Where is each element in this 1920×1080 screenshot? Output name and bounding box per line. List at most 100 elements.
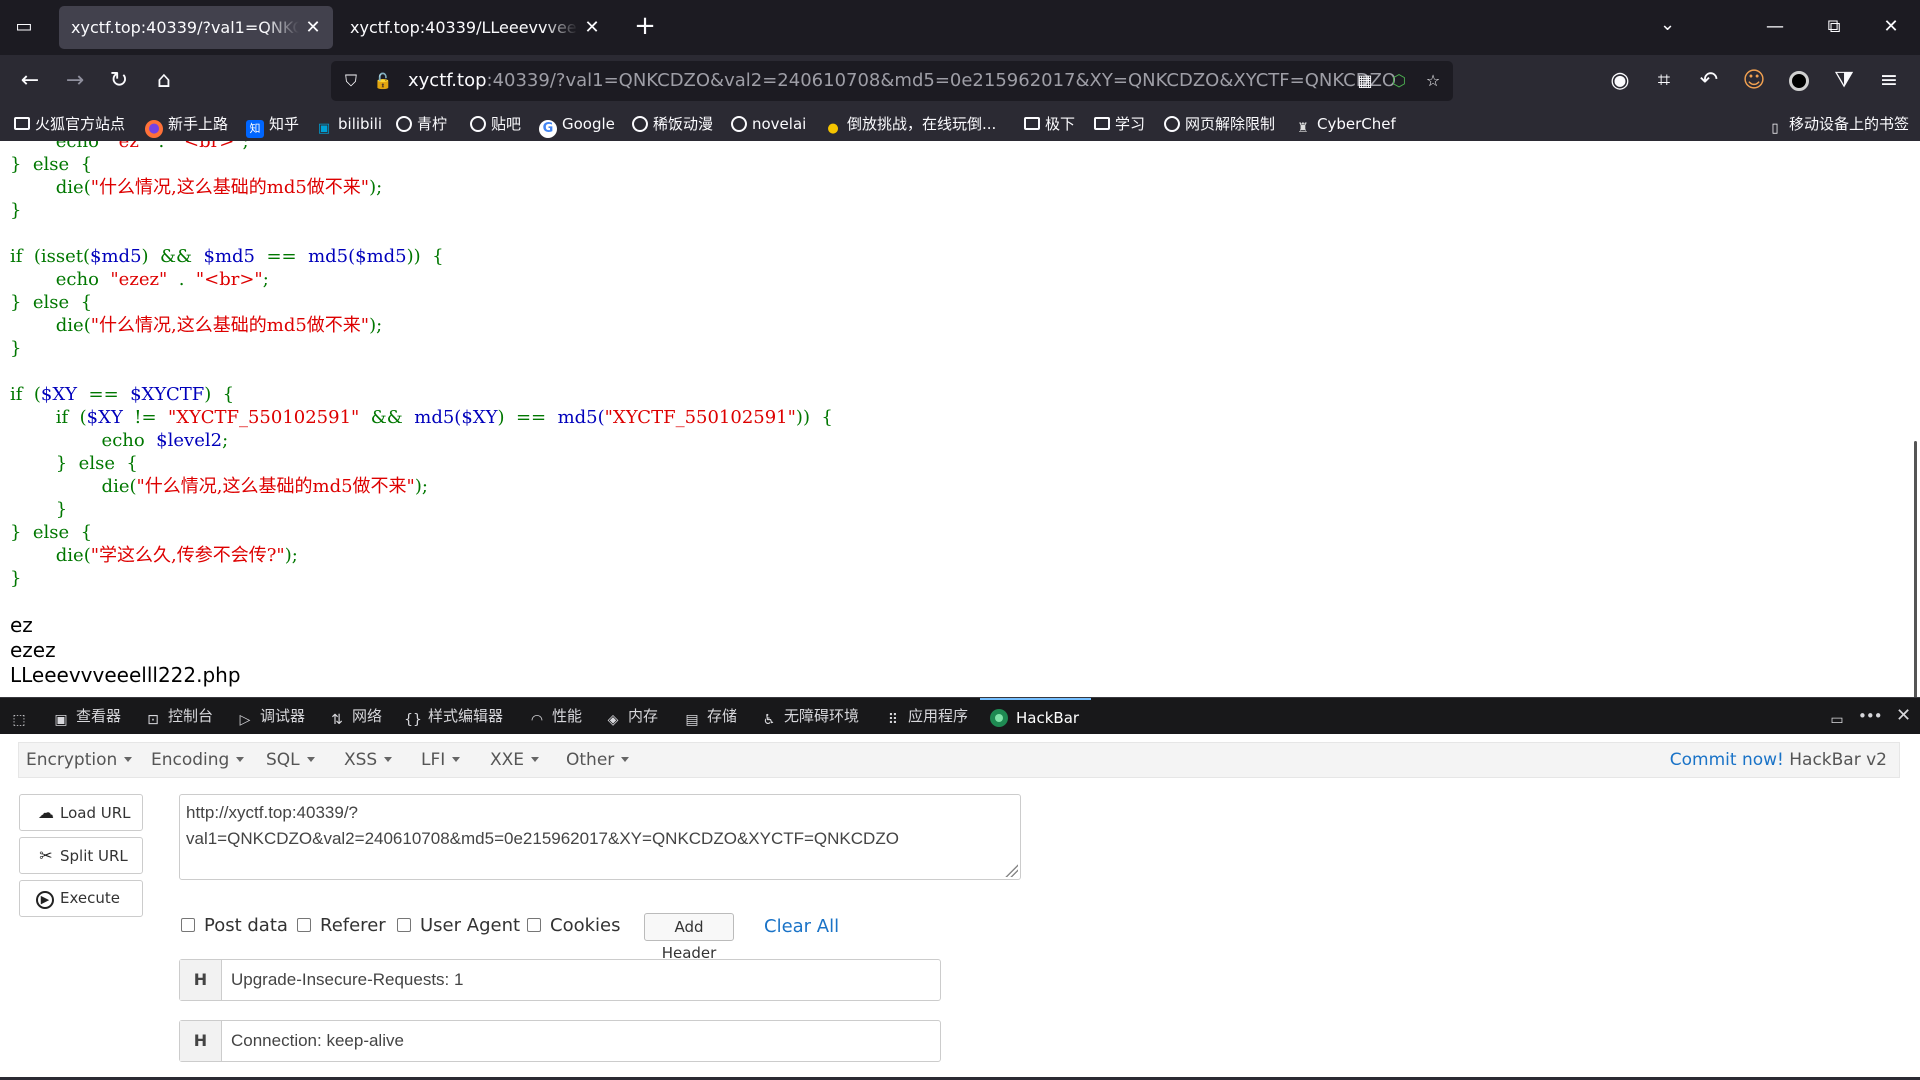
checkbox[interactable] xyxy=(527,918,541,932)
tab-application[interactable]: ⠿ 应用程序 xyxy=(884,698,968,734)
tab-memory[interactable]: ◈ 内存 xyxy=(604,698,658,734)
code-line: echo "ez" . "<br>"; xyxy=(55,141,249,152)
menu-other[interactable]: Other xyxy=(566,743,630,777)
tab-accessibility[interactable]: ♿ 无障碍环境 xyxy=(760,698,859,734)
close-devtools-icon[interactable]: ✕ xyxy=(1896,698,1911,734)
undo-icon[interactable]: ↶ xyxy=(1693,65,1725,97)
tab-storage[interactable]: ▤ 存储 xyxy=(683,698,737,734)
checkbox[interactable] xyxy=(297,918,311,932)
nodejs-extension-icon[interactable]: ⬡ xyxy=(1387,69,1411,93)
tab-network[interactable]: ⇅ 网络 xyxy=(328,698,382,734)
minimize-icon[interactable]: — xyxy=(1760,14,1790,40)
close-window-icon[interactable]: ✕ xyxy=(1876,14,1906,40)
accessibility-icon: ♿ xyxy=(762,712,776,728)
tab-debugger[interactable]: ▷ 调试器 xyxy=(236,698,305,734)
bookmark-star-icon[interactable]: ☆ xyxy=(1421,69,1445,93)
address-bar[interactable]: ⛉ 🔓 xyctf.top:40339/?val1=QNKCDZO&val2=2… xyxy=(331,61,1453,101)
extensions-icon[interactable]: ⧩ xyxy=(1828,65,1860,97)
account-icon[interactable]: ◉ xyxy=(1604,65,1636,97)
bookmark-item[interactable]: G Google xyxy=(539,107,615,141)
tab-close-icon[interactable]: ✕ xyxy=(303,6,323,49)
menu-encoding[interactable]: Encoding xyxy=(151,743,245,777)
chevron-down-icon[interactable]: ⌄ xyxy=(1660,14,1675,35)
bookmark-item[interactable]: ♜ CyberChef xyxy=(1294,107,1396,141)
bookmark-item[interactable]: novelai xyxy=(731,107,806,141)
tab-console[interactable]: ⊡ 控制台 xyxy=(144,698,213,734)
circle-extension-icon[interactable] xyxy=(1783,65,1815,97)
folder-icon xyxy=(1024,117,1040,130)
menu-sql[interactable]: SQL xyxy=(266,743,315,777)
reload-icon[interactable]: ↻ xyxy=(103,65,135,97)
more-options-icon[interactable]: ••• xyxy=(1858,698,1883,734)
post-data-checkbox[interactable]: Post data xyxy=(181,915,288,937)
tab-hackbar[interactable]: HackBar xyxy=(980,698,1092,734)
menu-lfi[interactable]: LFI xyxy=(421,743,461,777)
devtools-tab-label: HackBar xyxy=(1016,709,1080,727)
load-url-button[interactable]: ☁ Load URL xyxy=(19,794,143,831)
element-picker-icon[interactable]: ⬚ xyxy=(10,698,34,734)
avatar-extension-icon[interactable]: ☺ xyxy=(1738,65,1770,97)
forward-icon[interactable]: → xyxy=(59,65,91,97)
header-value-field[interactable]: Upgrade-Insecure-Requests: 1 xyxy=(231,960,463,1000)
url-host: xyctf.top xyxy=(408,70,487,91)
bookmark-item[interactable]: ▣ bilibili xyxy=(315,107,382,141)
bilibili-icon: ▣ xyxy=(317,121,331,136)
folder-icon xyxy=(14,117,30,130)
shield-icon[interactable]: ⛉ xyxy=(339,69,363,93)
crop-icon[interactable]: ⌗ xyxy=(1648,65,1680,97)
tab-close-icon[interactable]: ✕ xyxy=(582,6,602,49)
header-value-field[interactable]: Connection: keep-alive xyxy=(231,1021,404,1061)
tab-performance[interactable]: ◠ 性能 xyxy=(528,698,582,734)
split-url-button[interactable]: ✂ Split URL xyxy=(19,837,143,874)
bookmark-item[interactable]: 网页解除限制 xyxy=(1164,107,1275,141)
checkbox[interactable] xyxy=(181,918,195,932)
code-line: } else { xyxy=(10,292,93,313)
insecure-lock-icon[interactable]: 🔓 xyxy=(371,69,395,93)
menu-encryption[interactable]: Encryption xyxy=(26,743,133,777)
cookies-checkbox[interactable]: Cookies xyxy=(527,915,620,937)
tab-style-editor[interactable]: {} 样式编辑器 xyxy=(404,698,503,734)
restore-icon[interactable]: ⧉ xyxy=(1819,14,1849,40)
new-tab-icon[interactable]: + xyxy=(630,12,660,42)
url-text[interactable]: xyctf.top:40339/?val1=QNKCDZO&val2=24061… xyxy=(408,61,1396,101)
clear-all-link[interactable]: Clear All xyxy=(764,913,839,941)
bookmark-item[interactable]: 学习 xyxy=(1094,107,1145,141)
play-icon: ▶ xyxy=(36,891,54,909)
checkbox[interactable] xyxy=(397,918,411,932)
bookmark-item[interactable]: ● 新手上路 xyxy=(145,107,228,141)
code-line: die("什么情况,这么基础的md5做不来"); xyxy=(55,177,383,198)
header-toggle[interactable]: H xyxy=(180,1021,222,1061)
bookmark-item[interactable]: ● 倒放挑战，在线玩倒... xyxy=(824,107,996,141)
bookmark-item[interactable]: 稀饭动漫 xyxy=(632,107,713,141)
menu-xss[interactable]: XSS xyxy=(344,743,393,777)
user-agent-checkbox[interactable]: User Agent xyxy=(397,915,520,937)
tab-title: xyctf.top:40339/LLeeevvveeelll222.php xyxy=(350,18,578,37)
globe-icon xyxy=(470,116,486,132)
bookmark-item[interactable]: 火狐官方站点 xyxy=(14,107,125,141)
bookmark-item[interactable]: 知知乎 xyxy=(246,107,299,141)
header-toggle[interactable]: H xyxy=(180,960,222,1000)
referer-checkbox[interactable]: Referer xyxy=(297,915,386,937)
commit-now-link[interactable]: Commit now! xyxy=(1670,750,1784,770)
tab-inactive[interactable]: xyctf.top:40339/LLeeevvveeelll222.php ✕ xyxy=(338,6,612,49)
page-scrollbar[interactable] xyxy=(1914,441,1917,697)
resize-handle-icon[interactable] xyxy=(1004,863,1018,877)
mobile-bookmarks[interactable]: ▯ 移动设备上的书签 xyxy=(1766,107,1909,141)
execute-button[interactable]: ▶ Execute xyxy=(19,880,143,917)
caret-down-icon xyxy=(384,757,393,762)
back-icon[interactable]: ← xyxy=(14,65,46,97)
bookmark-item[interactable]: 极下 xyxy=(1024,107,1075,141)
tab-inspector[interactable]: ▣ 查看器 xyxy=(52,698,121,734)
menu-icon[interactable]: ≡ xyxy=(1873,65,1905,97)
bookmark-item[interactable]: 青柠 xyxy=(396,107,447,141)
add-header-button[interactable]: Add Header xyxy=(644,913,734,962)
bookmark-item[interactable]: 贴吧 xyxy=(470,107,521,141)
url-textarea[interactable]: http://xyctf.top:40339/? val1=QNKCDZO&va… xyxy=(179,794,1021,880)
caret-down-icon xyxy=(236,757,245,762)
home-icon[interactable]: ⌂ xyxy=(148,65,180,97)
dock-side-icon[interactable]: ▭ xyxy=(1828,698,1852,734)
list-all-tabs-icon[interactable]: ▭ xyxy=(12,16,36,38)
tab-active[interactable]: xyctf.top:40339/?val1=QNKCDZO&val2=24061… xyxy=(59,6,333,49)
menu-xxe[interactable]: XXE xyxy=(490,743,540,777)
qr-code-icon[interactable]: ▦ xyxy=(1353,69,1377,93)
